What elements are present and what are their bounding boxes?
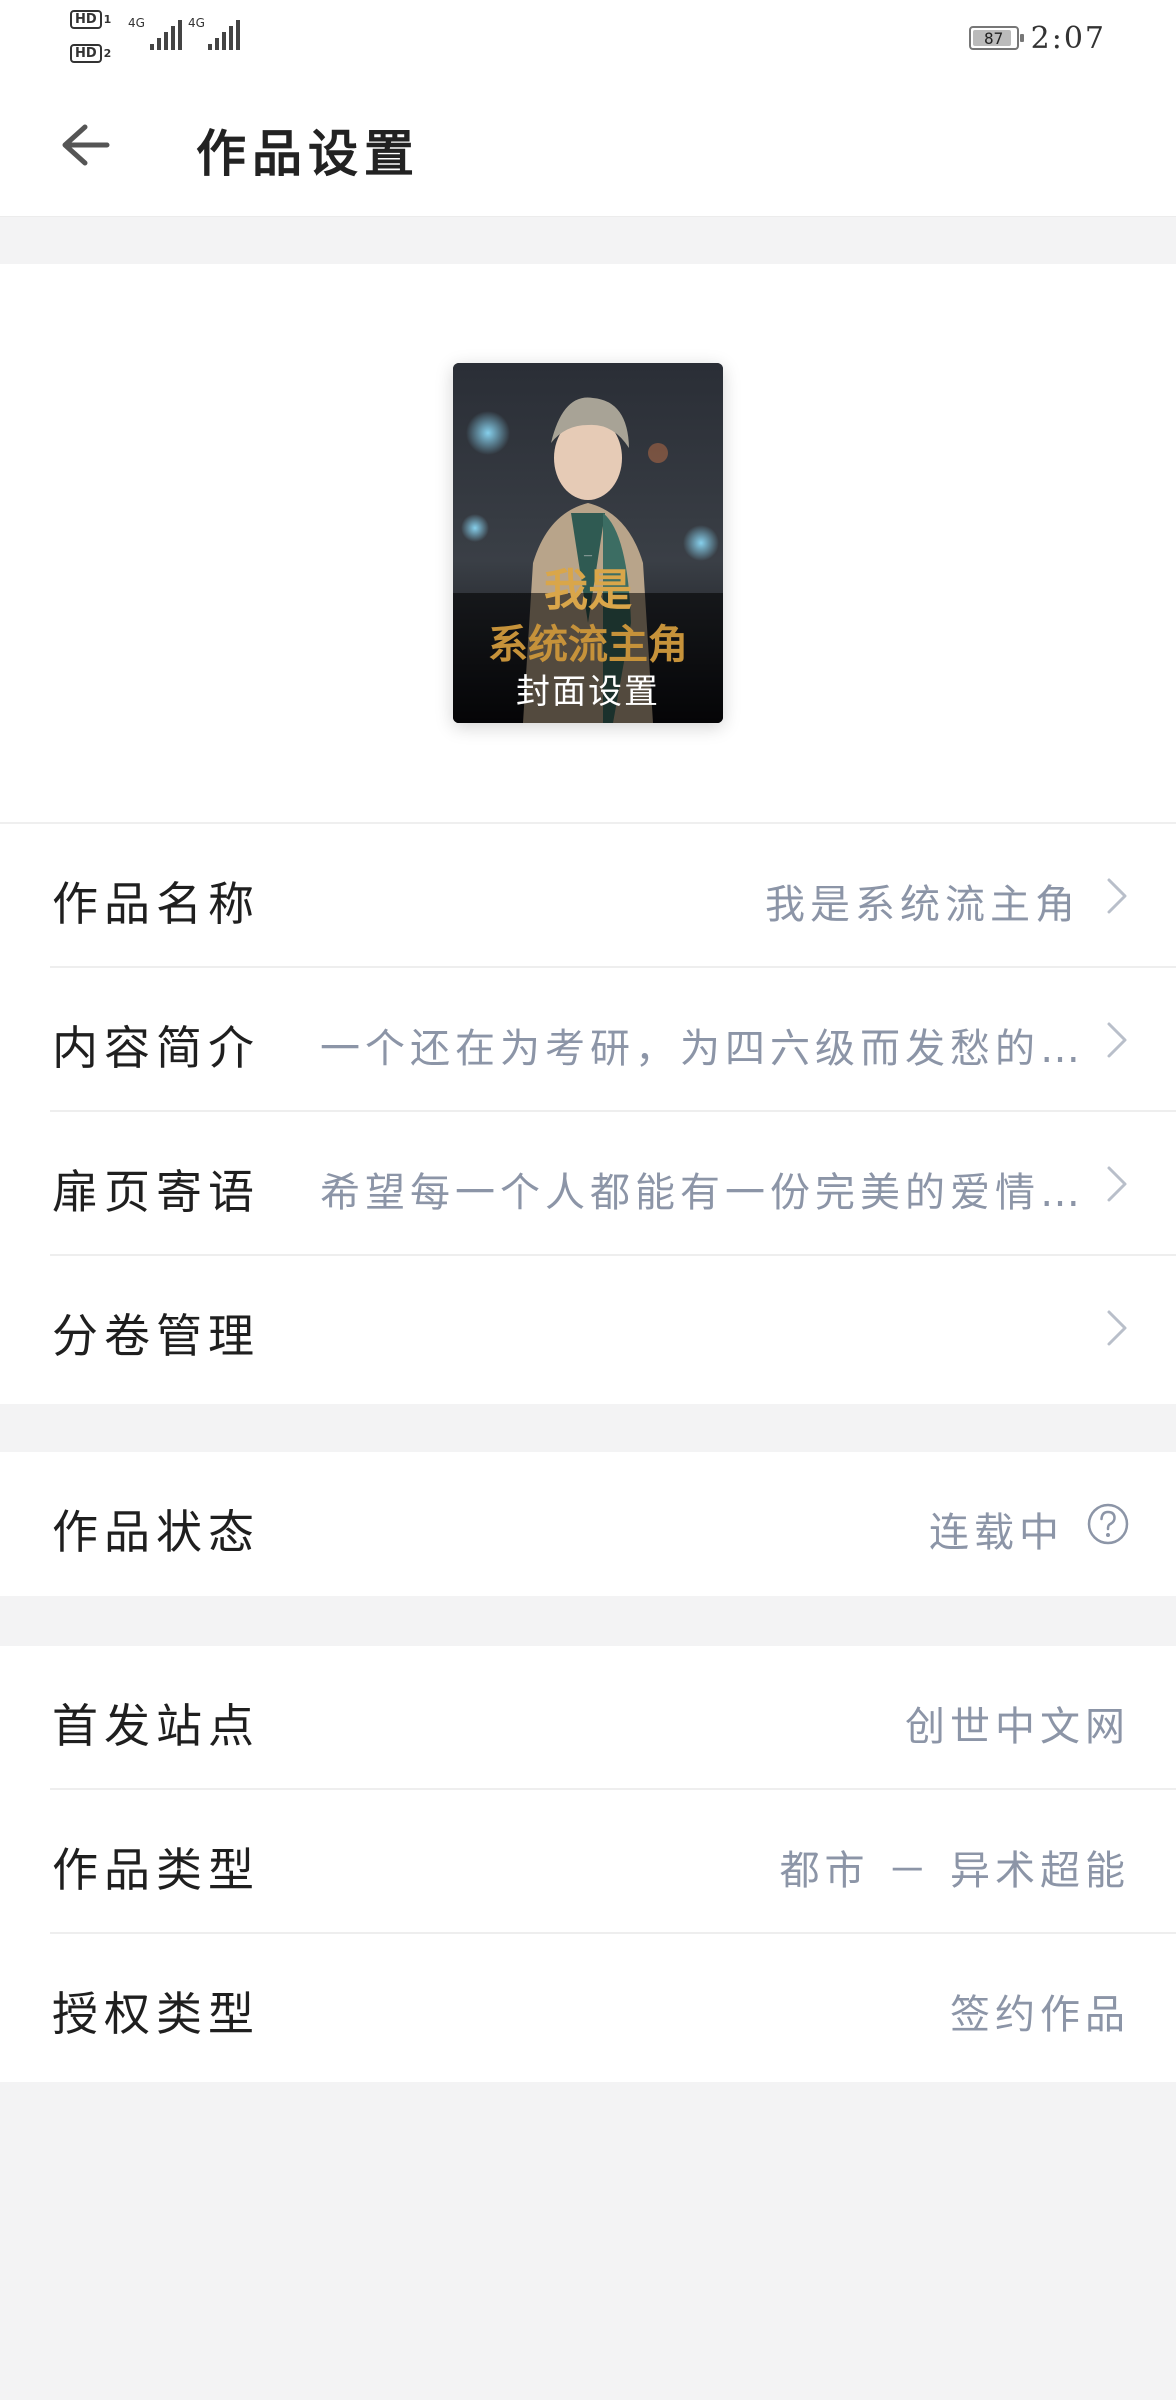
row-label: 作品名称 (52, 877, 260, 931)
svg-text:我是: 我是 (544, 565, 632, 616)
signal-bars-1-icon (150, 14, 182, 50)
svg-text:系统流主角: 系统流主角 (488, 622, 688, 668)
cover-settings-label: 封面设置 (516, 672, 660, 712)
row-label: 作品状态 (52, 1505, 260, 1559)
row-label: 内容简介 (52, 1021, 260, 1075)
row-value: 希望每一个人都能有一份完美的爱情… (320, 1170, 1080, 1216)
network-type-2: 4G (188, 16, 205, 30)
row-value: 我是系统流主角 (765, 882, 1080, 928)
row-value: 都市 － 异术超能 (779, 1848, 1130, 1894)
row-label: 作品类型 (52, 1843, 260, 1897)
status-right: 87 2:07 (968, 18, 1106, 58)
signal-indicators: HD 1 HD 2 4G 4G (70, 6, 250, 70)
row-book-category: 作品类型 都市 － 异术超能 (0, 1790, 1176, 1934)
row-value: 签约作品 (950, 1992, 1130, 2038)
row-first-published-site: 首发站点 创世中文网 (0, 1646, 1176, 1790)
row-label: 分卷管理 (52, 1309, 260, 1363)
cover-section: — 我是 系统流主角 封面设置 (0, 264, 1176, 822)
chevron-right-icon (1107, 1022, 1127, 1058)
network-type-1: 4G (128, 16, 145, 30)
row-label: 首发站点 (52, 1699, 260, 1753)
nav-bar: 作品设置 (0, 80, 1176, 217)
battery-level: 87 (983, 28, 1004, 48)
row-value: 创世中文网 (905, 1704, 1130, 1750)
hd2-badge: HD 2 (70, 42, 111, 63)
back-button[interactable] (40, 110, 130, 180)
row-label: 扉页寄语 (52, 1165, 260, 1219)
hd1-badge: HD 1 (70, 8, 111, 29)
help-circle-icon[interactable] (1086, 1502, 1130, 1546)
row-volume-management[interactable]: 分卷管理 (0, 1256, 1176, 1400)
row-value: 连载中 (929, 1510, 1064, 1556)
book-cover-button[interactable]: — 我是 系统流主角 封面设置 (453, 363, 723, 723)
chevron-right-icon (1107, 1310, 1127, 1346)
svg-text:—: — (584, 551, 593, 561)
row-dedication[interactable]: 扉页寄语 希望每一个人都能有一份完美的爱情… (0, 1112, 1176, 1256)
status-bar: HD 1 HD 2 4G 4G 87 2:07 (0, 0, 1176, 80)
settings-group-basic: 作品名称 我是系统流主角 内容简介 一个还在为考研，为四六级而发愁的… 扉页寄语… (0, 822, 1176, 1404)
row-value: 一个还在为考研，为四六级而发愁的… (320, 1026, 1080, 1072)
page-title: 作品设置 (196, 125, 420, 183)
chevron-right-icon (1107, 1166, 1127, 1202)
chevron-right-icon (1107, 878, 1127, 914)
battery-icon: 87 (968, 26, 1024, 50)
arrow-left-icon (62, 124, 110, 166)
row-book-intro[interactable]: 内容简介 一个还在为考研，为四六级而发愁的… (0, 968, 1176, 1112)
row-book-name[interactable]: 作品名称 我是系统流主角 (0, 824, 1176, 968)
settings-group-info: 首发站点 创世中文网 作品类型 都市 － 异术超能 授权类型 签约作品 (0, 1646, 1176, 2082)
signal-bars-2-icon (208, 14, 240, 50)
row-license-type: 授权类型 签约作品 (0, 1934, 1176, 2078)
row-label: 授权类型 (52, 1987, 260, 2041)
clock: 2:07 (1030, 20, 1106, 56)
settings-group-status: 作品状态 连载中 (0, 1452, 1176, 1596)
row-book-status[interactable]: 作品状态 连载中 (0, 1452, 1176, 1596)
